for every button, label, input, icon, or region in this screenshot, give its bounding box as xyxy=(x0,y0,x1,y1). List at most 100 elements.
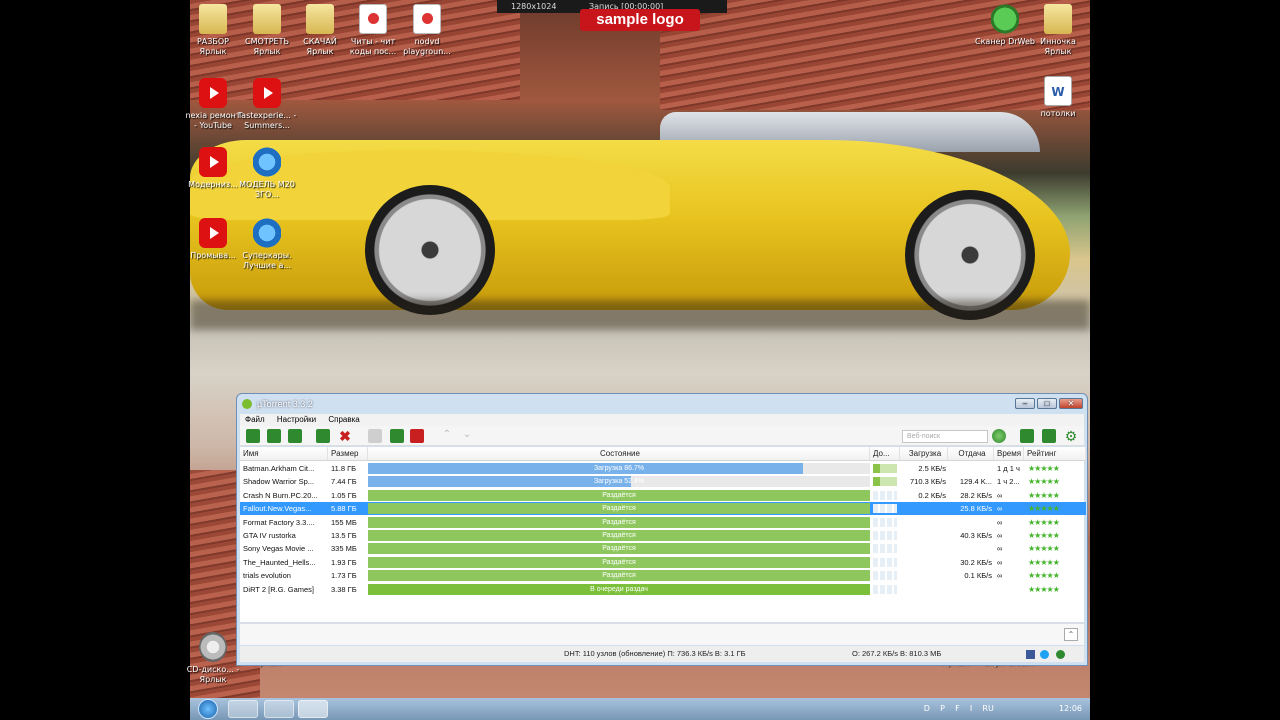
torrent-row[interactable]: The_Haunted_Hells... 1.93 ГБ Раздаётся 30.2… xyxy=(240,556,1086,569)
list-view-icon[interactable] xyxy=(1020,429,1034,443)
progress-bar: Раздаётся xyxy=(368,489,870,501)
desktop-icon[interactable]: nexia ремонт - YouTube xyxy=(183,78,243,131)
col-name[interactable]: Имя xyxy=(240,447,328,461)
progress-status: Загрузка 86.7% xyxy=(593,465,645,472)
torrent-row[interactable]: Sony Vegas Movie ... 335 МБ Раздаётся ∞ ★★★★… xyxy=(240,542,1086,555)
tray-letter-p[interactable]: P xyxy=(940,704,945,713)
desktop-icon[interactable]: СКАЧАЙ Ярлык xyxy=(290,4,350,57)
clock[interactable]: 12:06 xyxy=(1059,704,1082,713)
menu-file[interactable]: Файл xyxy=(240,415,270,424)
download-speed xyxy=(900,542,946,555)
move-up-icon[interactable]: ⌃ xyxy=(440,429,454,443)
add-url-icon[interactable] xyxy=(267,429,281,443)
desktop-icon-label: СМОТРЕТЬ Ярлык xyxy=(245,37,289,56)
settings-gear-icon[interactable]: ⚙ xyxy=(1064,429,1078,443)
eta: ∞ xyxy=(997,504,1003,514)
ie-icon xyxy=(253,147,281,177)
progress-bar: Раздаётся xyxy=(368,570,870,582)
start-icon[interactable] xyxy=(368,429,382,443)
desktop-icon[interactable]: СМОТРЕТЬ Ярлык xyxy=(237,4,297,57)
torrent-row[interactable]: Format Factory 3.3.... 155 МБ Раздаётся ∞ ★★… xyxy=(240,516,1086,529)
desktop-icon[interactable]: Суперкары. Лучшие а... xyxy=(237,218,297,271)
web-search-input[interactable]: Веб-поиск xyxy=(902,430,988,443)
progress-bar: Раздаётся xyxy=(368,503,870,515)
tray-letter-i[interactable]: I xyxy=(970,704,972,713)
desktop-icon[interactable]: Wпотолки xyxy=(1028,76,1088,119)
progress-status: Раздаётся xyxy=(602,558,636,566)
menu-bar: Файл Настройки Справка xyxy=(240,414,1084,426)
col-rating[interactable]: Рейтинг xyxy=(1024,447,1086,461)
download-speed xyxy=(900,556,946,569)
desktop-icon[interactable]: Сканер DrWeb xyxy=(975,4,1035,47)
torrent-row[interactable]: trials evolution 1.73 ГБ Раздаётся 0.1 КБ/s… xyxy=(240,569,1086,582)
pause-icon[interactable] xyxy=(390,429,404,443)
tray-letter-d[interactable]: D xyxy=(924,704,930,713)
window-title: µTorrent 3.3.2 xyxy=(257,399,313,409)
col-eta[interactable]: Время xyxy=(994,447,1024,461)
remote-icon[interactable] xyxy=(1042,429,1056,443)
car-front-wheel xyxy=(365,185,495,315)
desktop-icon[interactable]: Инночка Ярлык xyxy=(1028,4,1088,57)
desktop-icon-label: Сканер DrWeb xyxy=(975,37,1035,46)
twitter-icon[interactable] xyxy=(1040,650,1049,659)
language-indicator[interactable]: RU xyxy=(982,704,993,713)
desktop-icon[interactable]: Читы - чит коды пос... xyxy=(343,4,403,57)
desktop-icon-label: МОДЕЛЬ M20 ЗГО... xyxy=(239,180,295,199)
desktop-icon[interactable]: Tastexperie... - Summers... xyxy=(237,78,297,131)
title-bar[interactable]: µTorrent 3.3.2 – □ ✕ xyxy=(237,394,1087,414)
progress-bar: В очереди раздач xyxy=(368,583,870,595)
drweb-icon xyxy=(991,4,1019,34)
taskbar-ie-icon[interactable] xyxy=(264,700,294,718)
col-status[interactable]: Состояние xyxy=(368,447,870,461)
rating-stars-icon: ★★★★★ xyxy=(1028,557,1060,567)
toolbar: ✖ ⌃ ⌄ Веб-поиск ⚙ xyxy=(240,426,1084,446)
torrent-row[interactable]: GTA IV rustorka 13.5 ГБ Раздаётся 40.3 КБ/s… xyxy=(240,529,1086,542)
col-upload[interactable]: Отдача xyxy=(948,447,994,461)
desktop-icon[interactable]: nodvd playgroun... xyxy=(397,4,457,57)
torrent-row[interactable]: Shadow Warrior Sp... 7.44 ГБ Загрузка 52.4… xyxy=(240,475,1086,488)
facebook-icon[interactable] xyxy=(1026,650,1035,659)
remove-icon[interactable]: ✖ xyxy=(338,429,352,443)
col-download[interactable]: Загрузка xyxy=(900,447,948,461)
desktop-icon[interactable]: Промыва... xyxy=(183,218,243,261)
menu-help[interactable]: Справка xyxy=(323,415,364,424)
desktop-icon[interactable]: Модерниз... xyxy=(183,147,243,190)
desktop-icon[interactable]: МОДЕЛЬ M20 ЗГО... xyxy=(237,147,297,200)
torrent-name: Crash N Burn.PC.20... xyxy=(243,490,318,500)
minimize-button[interactable]: – xyxy=(1015,398,1035,409)
close-button[interactable]: ✕ xyxy=(1059,398,1083,409)
desktop-icon[interactable]: РАЗБОР Ярлык xyxy=(183,4,243,57)
stop-icon[interactable] xyxy=(410,429,424,443)
move-down-icon[interactable]: ⌄ xyxy=(460,429,474,443)
torrent-row[interactable]: DiRT 2 [R.G. Games] 3.38 ГБ В очереди разд… xyxy=(240,583,1086,596)
torrent-size: 11.8 ГБ xyxy=(331,464,357,473)
torrent-size: 1.93 ГБ xyxy=(331,557,357,567)
expand-panel-button[interactable]: ⌃ xyxy=(1064,628,1078,641)
search-engine-icon[interactable] xyxy=(992,429,1006,443)
torrent-size: 13.5 ГБ xyxy=(331,531,357,540)
maximize-button[interactable]: □ xyxy=(1037,398,1057,409)
taskbar-explorer-icon[interactable] xyxy=(228,700,258,718)
col-size[interactable]: Размер xyxy=(328,447,368,461)
torrent-row[interactable]: Batman.Arkham Cit... 11.8 ГБ Загрузка 86.7… xyxy=(240,462,1086,475)
start-button[interactable] xyxy=(198,699,218,719)
torrent-row[interactable]: Fallout.New.Vegas... 5.88 ГБ Раздаётся 25.8… xyxy=(240,502,1086,516)
tray-letter-f[interactable]: F xyxy=(955,704,960,713)
upload-speed: 25.8 КБ/s xyxy=(960,504,992,514)
rss-icon[interactable] xyxy=(288,429,302,443)
desktop-icon-label: потолки xyxy=(1040,109,1076,118)
desktop-icon-label: Инночка Ярлык xyxy=(1040,37,1076,56)
create-torrent-icon[interactable] xyxy=(316,429,330,443)
col-done[interactable]: До... xyxy=(870,447,900,461)
add-torrent-icon[interactable] xyxy=(246,429,260,443)
desktop-icon[interactable]: CD-диско... - Ярлык xyxy=(183,632,243,685)
utorrent-window[interactable]: µTorrent 3.3.2 – □ ✕ Файл Настройки Спра… xyxy=(236,393,1088,666)
desktop-icon-label: nexia ремонт - YouTube xyxy=(185,111,241,130)
menu-settings[interactable]: Настройки xyxy=(272,415,321,424)
upload-speed: 0.1 КБ/s xyxy=(964,571,992,581)
progress-status: Раздаётся xyxy=(602,505,636,513)
taskbar-utorrent-icon[interactable] xyxy=(298,700,328,718)
status-dht: DHT: 110 узлов (обновление) П: 736.3 КБ/… xyxy=(564,649,746,658)
torrent-row[interactable]: Crash N Burn.PC.20... 1.05 ГБ Раздаётся 0.2… xyxy=(240,489,1086,502)
youtube-icon xyxy=(199,218,227,248)
